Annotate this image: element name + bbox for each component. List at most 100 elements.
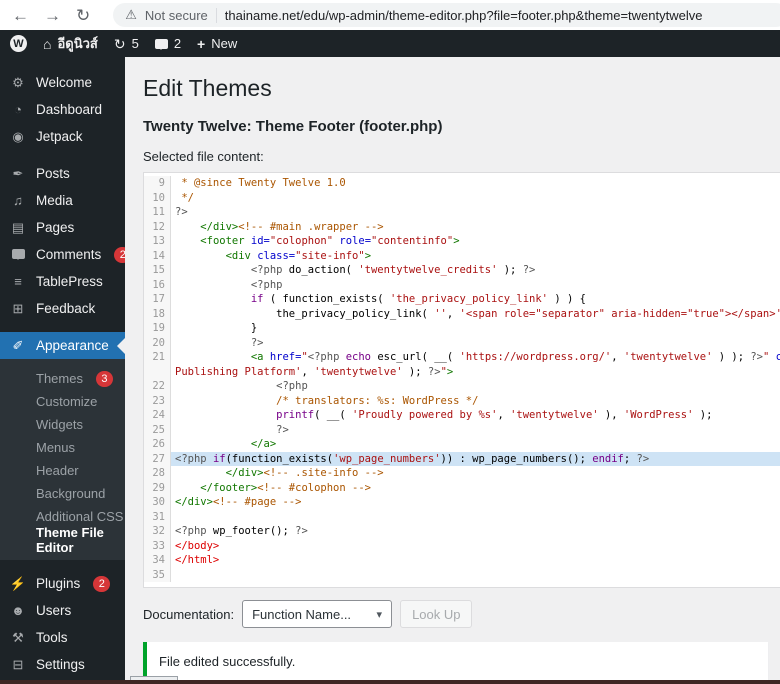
comment-bubble-icon — [154, 38, 168, 50]
sidebar-item-comments[interactable]: Comments 2 — [0, 241, 125, 268]
forward-icon[interactable]: → — [44, 7, 61, 24]
code-line[interactable]: 22 <?php — [144, 379, 780, 394]
code-line[interactable]: 31 — [144, 509, 780, 524]
code-text: ?> — [250, 336, 264, 349]
sidebar-item-themes[interactable]: Themes 3 — [0, 367, 125, 390]
not-secure-warning-icon[interactable]: ⚠ — [125, 7, 137, 23]
address-bar[interactable]: ⚠ Not secure thainame.net/edu/wp-admin/t… — [113, 3, 780, 27]
code-line[interactable]: 29 </footer><!-- #colophon --> — [144, 480, 780, 495]
line-number: 25 — [144, 422, 171, 437]
line-number: 27 — [144, 451, 171, 466]
line-number: 21 — [144, 350, 171, 365]
code-line[interactable]: 30 </div><!-- #page --> — [144, 495, 780, 510]
code-line[interactable]: 11 ?> — [144, 205, 780, 220]
reload-icon[interactable]: ↻ — [76, 7, 90, 24]
code-line[interactable]: 25 ?> — [144, 422, 780, 437]
sidebar-item-label: Header — [36, 463, 79, 478]
code-editor[interactable]: 9 * @since Twenty Twelve 1.0 10 */11 ?> 12 … — [143, 172, 780, 588]
sidebar-item-menus[interactable]: Menus — [0, 436, 125, 459]
code-line[interactable]: 12 </div><!-- #main .wrapper --> — [144, 219, 780, 234]
code-line[interactable]: 10 */ — [144, 190, 780, 205]
appearance-icon: ✐ — [12, 338, 24, 353]
sidebar-item-media[interactable]: ♫ Media — [0, 187, 125, 214]
code-text: Publishing Platform', 'twentytwelve' ); … — [175, 365, 454, 378]
sidebar-item-customize[interactable]: Customize — [0, 390, 125, 413]
code-line[interactable]: 18 the_privacy_policy_link( '', '<span r… — [144, 306, 780, 321]
code-line[interactable]: 33 </body> — [144, 538, 780, 553]
code-text: </a> — [250, 438, 277, 450]
sidebar-item-settings[interactable]: ⊟ Settings — [0, 651, 125, 678]
sidebar-item-tablepress[interactable]: ≡ TablePress — [0, 268, 125, 295]
updates-count: 5 — [131, 36, 139, 51]
code-line[interactable]: 26 </a> — [144, 437, 780, 452]
sidebar-item-tools[interactable]: ⚒ Tools — [0, 624, 125, 651]
code-line[interactable]: 15 <?php do_action( 'twentytwelve_credit… — [144, 263, 780, 278]
code-line[interactable]: 32 <?php wp_footer(); ?> — [144, 524, 780, 539]
sidebar-item-background[interactable]: Background — [0, 482, 125, 505]
sidebar-item-dashboard[interactable]: ◔ Dashboard — [0, 96, 125, 123]
sidebar-item-theme-file-editor[interactable]: Theme File Editor — [0, 525, 125, 555]
comments-count: 2 — [173, 36, 182, 51]
look-up-button[interactable]: Look Up — [400, 600, 473, 628]
line-number: 12 — [144, 219, 171, 234]
updates-menu[interactable]: ↻ 5 — [114, 36, 139, 51]
new-content-menu[interactable]: + New — [197, 36, 237, 52]
media-icon: ♫ — [13, 193, 23, 208]
posts-icon: ✒ — [12, 166, 24, 181]
edited-file-title: Twenty Twelve: Theme Footer (footer.php) — [143, 118, 443, 135]
site-menu[interactable]: ⌂ อีดูนิวส์ — [43, 33, 98, 54]
line-number: 35 — [144, 567, 171, 582]
code-line[interactable]: 23 /* translators: %s: WordPress */ — [144, 393, 780, 408]
comments-icon — [9, 248, 27, 261]
sidebar-item-pages[interactable]: ▤ Pages — [0, 214, 125, 241]
sidebar-group: ✐ Appearance Themes 3 Customize Widgets Menus H… — [0, 332, 125, 560]
selected-option: Function Name... — [252, 606, 352, 622]
sidebar-item-posts[interactable]: ✒ Posts — [0, 160, 125, 187]
sidebar-item-feedback[interactable]: ⊞ Feedback — [0, 295, 125, 322]
code-line[interactable]: 35 — [144, 567, 780, 582]
tools-icon: ⚒ — [12, 630, 24, 645]
code-line[interactable]: 34 </html> — [144, 553, 780, 568]
code-line[interactable]: 28 </div><!-- .site-info --> — [144, 466, 780, 481]
sidebar-item-header[interactable]: Header — [0, 459, 125, 482]
code-text: } — [175, 322, 258, 334]
code-line[interactable]: 27 <?php if(function_exists('wp_page_numb… — [144, 451, 780, 466]
code-line[interactable]: 21 <a href="<?php echo esc_url( __( 'htt… — [144, 350, 780, 365]
code-line[interactable]: 13 <footer id="colophon" role="contentin… — [144, 234, 780, 249]
code-line[interactable]: 20 ?> — [144, 335, 780, 350]
comments-menu[interactable]: 2 — [154, 36, 182, 51]
code-text: /* translators: %s: WordPress */ — [276, 394, 479, 407]
line-number: 26 — [144, 437, 171, 452]
code-text: ?> — [276, 423, 289, 436]
code-line[interactable]: Publishing Platform', 'twentytwelve' ); … — [144, 364, 780, 379]
appearance-submenu: Themes 3 Customize Widgets Menus Header Backgr… — [0, 359, 125, 560]
success-notice: File edited successfully. — [143, 642, 768, 681]
sidebar-item-label: Posts — [36, 166, 70, 181]
page-title: Edit Themes — [143, 75, 272, 101]
back-icon[interactable]: ← — [12, 7, 29, 24]
code-text: * @since Twenty Twelve 1.0 — [175, 177, 346, 189]
sidebar-item-users[interactable]: ☻ Users — [0, 597, 125, 624]
sidebar-item-plugins[interactable]: ⚡ Plugins 2 — [0, 570, 125, 597]
code-line[interactable]: 17 if ( function_exists( 'the_privacy_po… — [144, 292, 780, 307]
code-text: ?> — [175, 206, 188, 218]
url-text[interactable]: thainame.net/edu/wp-admin/theme-editor.p… — [225, 8, 703, 23]
sidebar-item-welcome[interactable]: ⚙ Welcome — [0, 69, 125, 96]
sidebar-item-jetpack[interactable]: ◉ Jetpack — [0, 123, 125, 150]
code-line[interactable]: 24 printf( __( 'Proudly powered by %s', … — [144, 408, 780, 423]
code-line[interactable]: 9 * @since Twenty Twelve 1.0 — [144, 176, 780, 191]
line-number: 13 — [144, 234, 171, 249]
sidebar-item-appearance[interactable]: ✐ Appearance — [0, 332, 125, 359]
wp-logo-menu[interactable]: W — [10, 35, 27, 52]
main-content: Edit Themes Twenty Twelve: Theme Footer … — [125, 57, 780, 684]
code-line[interactable]: 19 } — [144, 321, 780, 336]
line-number: 24 — [144, 408, 171, 423]
sidebar-item-widgets[interactable]: Widgets — [0, 413, 125, 436]
code-line[interactable]: 14 <div class="site-info"> — [144, 248, 780, 263]
code-line[interactable]: 16 <?php — [144, 277, 780, 292]
speech-bubble-icon — [11, 249, 25, 260]
sidebar-item-label: Feedback — [36, 301, 96, 316]
documentation-label: Documentation: — [143, 606, 235, 622]
sidebar-item-label: Appearance — [36, 338, 109, 353]
function-name-select[interactable]: Function Name... ▾ — [242, 600, 393, 628]
